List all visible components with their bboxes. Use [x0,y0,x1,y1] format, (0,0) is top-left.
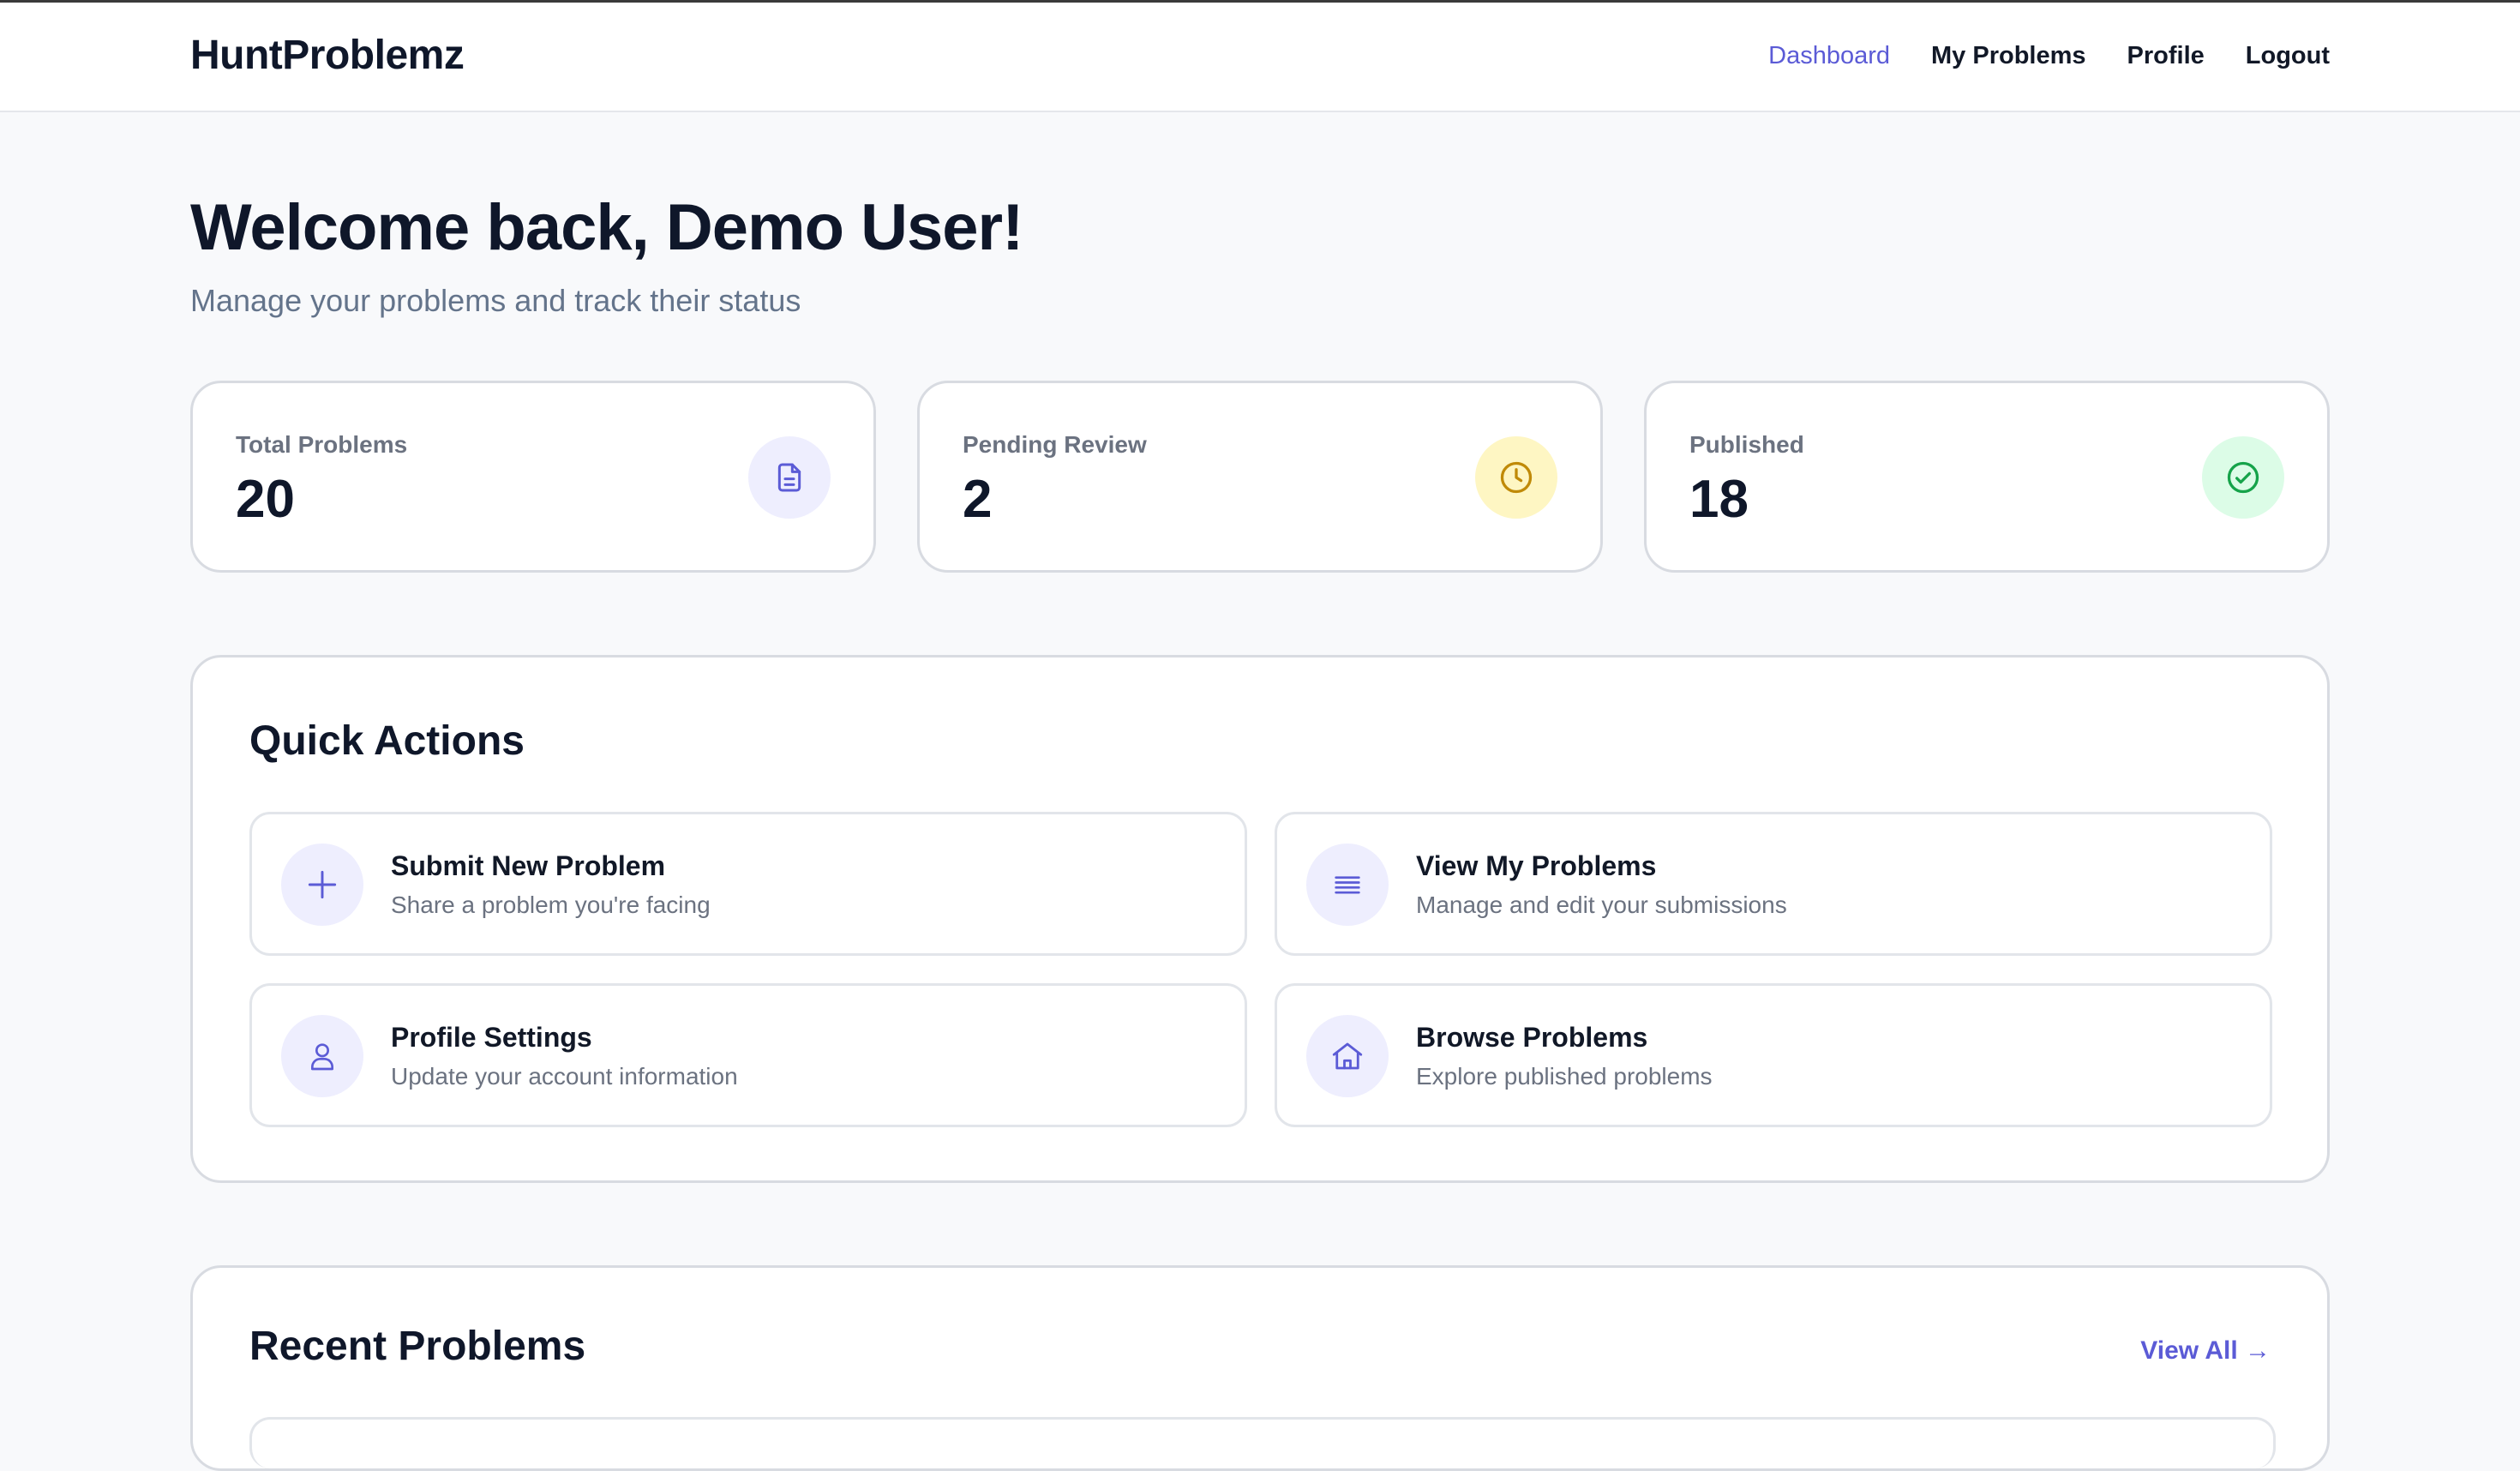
action-description: Explore published problems [1416,1063,1713,1090]
view-all-link[interactable]: View All → [2140,1336,2271,1366]
quick-actions-panel: Quick Actions Submit New Problem Share a… [190,655,2330,1183]
recent-problems-title: Recent Problems [249,1324,586,1369]
document-icon [748,436,831,519]
action-description: Update your account information [391,1063,738,1090]
clock-icon [1475,436,1557,519]
submit-new-problem-button[interactable]: Submit New Problem Share a problem you'r… [249,812,1247,956]
plus-icon [281,844,363,926]
home-icon [1306,1015,1389,1097]
page-title: Welcome back, Demo User! [190,191,1023,264]
quick-actions-title: Quick Actions [249,718,525,764]
brand-logo[interactable]: HuntProblemz [190,32,465,79]
stat-value: 18 [1689,470,1749,529]
page-subtitle: Manage your problems and track their sta… [190,283,801,318]
action-title: Profile Settings [391,1022,592,1053]
view-my-problems-button[interactable]: View My Problems Manage and edit your su… [1275,812,2272,956]
stat-value: 2 [963,470,993,529]
browse-problems-button[interactable]: Browse Problems Explore published proble… [1275,983,2272,1127]
nav-link-profile[interactable]: Profile [2127,42,2205,70]
stat-card-published: Published 18 [1644,381,2330,573]
profile-settings-button[interactable]: Profile Settings Update your account inf… [249,983,1247,1127]
nav-link-dashboard[interactable]: Dashboard [1768,42,1890,70]
nav-link-my-problems[interactable]: My Problems [1931,42,2086,70]
nav-links: Dashboard My Problems Profile Logout [1768,42,2330,70]
list-icon [1306,844,1389,926]
check-circle-icon [2202,436,2284,519]
stat-card-pending: Pending Review 2 [917,381,1603,573]
action-description: Manage and edit your submissions [1416,892,1787,918]
recent-problem-card[interactable] [249,1417,2276,1468]
stat-label: Published [1689,431,1804,458]
stat-card-total: Total Problems 20 [190,381,876,573]
navbar: HuntProblemz Dashboard My Problems Profi… [0,3,2520,112]
action-title: Browse Problems [1416,1022,1648,1053]
user-icon [281,1015,363,1097]
action-description: Share a problem you're facing [391,892,711,918]
action-title: View My Problems [1416,850,1657,881]
stat-label: Pending Review [963,431,1147,458]
action-title: Submit New Problem [391,850,666,881]
recent-problems-panel: Recent Problems View All → [190,1265,2330,1471]
stat-value: 20 [236,470,295,529]
stat-label: Total Problems [236,431,408,458]
nav-link-logout[interactable]: Logout [2246,42,2330,70]
